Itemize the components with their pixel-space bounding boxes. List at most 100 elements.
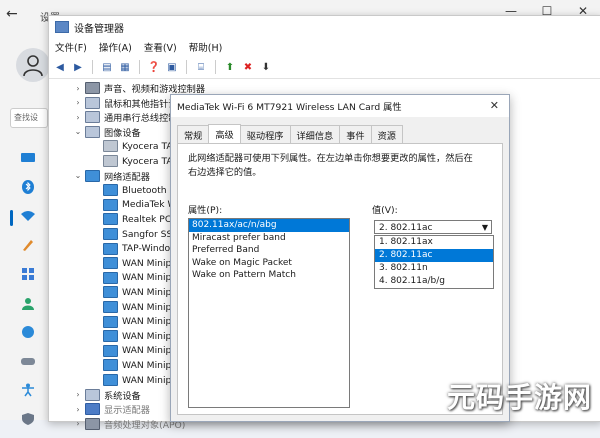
- menu-view[interactable]: 查看(V): [144, 40, 177, 54]
- expand-chevron-icon[interactable]: ›: [73, 84, 83, 93]
- value-option[interactable]: 4. 802.11a/b/g: [375, 275, 493, 288]
- device-manager-title: 设备管理器: [74, 23, 124, 35]
- device-manager-icon: [55, 21, 69, 33]
- property-item[interactable]: Preferred Band: [189, 244, 349, 257]
- watermark-text: 元码手游网: [446, 381, 592, 414]
- value-selected: 2. 802.11ac: [379, 223, 433, 233]
- net-device-icon: [103, 184, 118, 197]
- value-label: 值(V):: [372, 205, 398, 216]
- tree-item-label: 显示适配器: [104, 405, 150, 417]
- tree-category[interactable]: › 系统设备: [73, 388, 141, 402]
- settings-search-input[interactable]: 查找设: [10, 108, 48, 128]
- back-arrow-icon[interactable]: ←: [6, 6, 18, 22]
- toolbar-separator: [92, 60, 93, 74]
- list-view-icon[interactable]: ▦: [118, 60, 132, 74]
- printer-device-icon: [103, 155, 118, 167]
- net-device-icon: [103, 359, 118, 372]
- tree-item-label: 系统设备: [104, 390, 141, 402]
- sys-device-icon: [85, 388, 100, 401]
- back-icon[interactable]: ◀: [53, 60, 67, 74]
- menu-action[interactable]: 操作(A): [99, 40, 132, 54]
- accounts-icon[interactable]: [18, 293, 38, 313]
- settings-nav: [18, 148, 46, 438]
- net-device-icon: [103, 286, 118, 299]
- expand-chevron-icon[interactable]: ›: [73, 98, 83, 107]
- device-manager-titlebar: 设备管理器: [49, 16, 600, 38]
- monitor-device-icon: [85, 403, 100, 416]
- sys-device-icon: [85, 96, 100, 109]
- sys-device-icon: [85, 111, 100, 124]
- properties-icon[interactable]: ▣: [165, 60, 179, 74]
- dialog-title: MediaTek Wi-Fi 6 MT7921 Wireless LAN Car…: [177, 102, 402, 113]
- property-item[interactable]: Wake on Magic Packet: [189, 257, 349, 270]
- tree-category[interactable]: › 音频处理对象(APO): [73, 417, 185, 431]
- bluetooth-icon[interactable]: [18, 177, 38, 197]
- toolbar: ◀ ▶ ▤ ▦ ❓ ▣ ⌸ ⬆ ✖ ⬇: [49, 56, 600, 79]
- tree-item-label: 网络适配器: [104, 171, 150, 183]
- menu-file[interactable]: 文件(F): [55, 40, 87, 54]
- net-device-icon: [103, 271, 118, 284]
- avatar[interactable]: [16, 48, 50, 82]
- help-icon[interactable]: ❓: [147, 60, 161, 74]
- tree-category[interactable]: › 声音、视频和游戏控制器: [73, 81, 205, 95]
- property-item[interactable]: Miracast prefer band: [189, 232, 349, 245]
- toolbar-separator: [215, 60, 216, 74]
- wifi-icon[interactable]: [18, 206, 38, 226]
- value-dropdown[interactable]: 2. 802.11ac ▼: [374, 220, 492, 234]
- update-driver-icon[interactable]: ⬆: [223, 60, 237, 74]
- dialog-titlebar: MediaTek Wi-Fi 6 MT7921 Wireless LAN Car…: [171, 95, 509, 117]
- expand-chevron-icon[interactable]: ⌄: [73, 171, 83, 180]
- tab-advanced[interactable]: 高级: [208, 124, 241, 145]
- property-list[interactable]: 802.11ax/ac/n/abg Miracast prefer band Pre…: [188, 218, 350, 408]
- sys-device-icon: [85, 125, 100, 138]
- net-device-icon: [103, 213, 118, 226]
- close-icon[interactable]: ✕: [490, 99, 499, 112]
- console-tree-icon[interactable]: ▤: [100, 60, 114, 74]
- net-device-icon: [103, 257, 118, 270]
- property-item[interactable]: Wake on Pattern Match: [189, 269, 349, 282]
- disable-device-icon[interactable]: ⬇: [259, 60, 273, 74]
- net-device-icon: [103, 315, 118, 328]
- value-option[interactable]: 2. 802.11ac: [375, 249, 493, 262]
- expand-chevron-icon[interactable]: ›: [73, 113, 83, 122]
- properties-dialog: MediaTek Wi-Fi 6 MT7921 Wireless LAN Car…: [170, 94, 510, 422]
- net-device-icon: [103, 228, 118, 240]
- expand-chevron-icon[interactable]: ›: [73, 419, 83, 428]
- value-options-list[interactable]: 1. 802.11ax 2. 802.11ac 3. 802.11n 4. 802.1…: [374, 235, 494, 289]
- description-text: 此网络适配器可使用下列属性。在左边单击你想要更改的属性，然后在右边选择它的值。: [188, 153, 473, 178]
- tree-category[interactable]: › 显示适配器: [73, 402, 150, 416]
- toolbar-separator: [139, 60, 140, 74]
- advanced-panel: 此网络适配器可使用下列属性。在左边单击你想要更改的属性，然后在右边选择它的值。 …: [177, 143, 503, 415]
- value-option[interactable]: 1. 802.11ax: [375, 236, 493, 249]
- tree-category[interactable]: ⌄ 网络适配器: [73, 169, 150, 183]
- net-device-icon: [103, 198, 118, 211]
- time-language-icon[interactable]: [18, 322, 38, 342]
- expand-chevron-icon[interactable]: ⌄: [73, 127, 83, 136]
- net-device-icon: [103, 374, 118, 386]
- printer-device-icon: [103, 140, 118, 153]
- gaming-icon[interactable]: [18, 351, 38, 371]
- property-item[interactable]: 802.11ax/ac/n/abg: [189, 219, 349, 232]
- scan-hardware-icon[interactable]: ⌸: [194, 60, 208, 74]
- apps-icon[interactable]: [18, 264, 38, 284]
- tree-item-label: 声音、视频和游戏控制器: [104, 84, 206, 95]
- expand-chevron-icon[interactable]: ›: [73, 405, 83, 414]
- accessibility-icon[interactable]: [18, 380, 38, 400]
- menu-bar: 文件(F) 操作(A) 查看(V) 帮助(H): [49, 38, 600, 56]
- chevron-down-icon[interactable]: ▼: [482, 221, 488, 235]
- net-device-icon: [85, 169, 100, 182]
- expand-chevron-icon[interactable]: ›: [73, 390, 83, 399]
- personalization-icon[interactable]: [18, 235, 38, 255]
- nav-selection-indicator: [10, 210, 13, 226]
- forward-icon[interactable]: ▶: [71, 60, 85, 74]
- tree-category[interactable]: ⌄ 图像设备: [73, 125, 141, 139]
- property-label: 属性(P):: [188, 205, 223, 216]
- uninstall-icon[interactable]: ✖: [241, 60, 255, 74]
- privacy-icon[interactable]: [18, 409, 38, 429]
- net-device-icon: [103, 330, 118, 343]
- system-icon[interactable]: [18, 148, 38, 168]
- value-option[interactable]: 3. 802.11n: [375, 262, 493, 275]
- net-device-icon: [103, 242, 118, 255]
- net-device-icon: [103, 301, 118, 313]
- menu-help[interactable]: 帮助(H): [189, 40, 223, 54]
